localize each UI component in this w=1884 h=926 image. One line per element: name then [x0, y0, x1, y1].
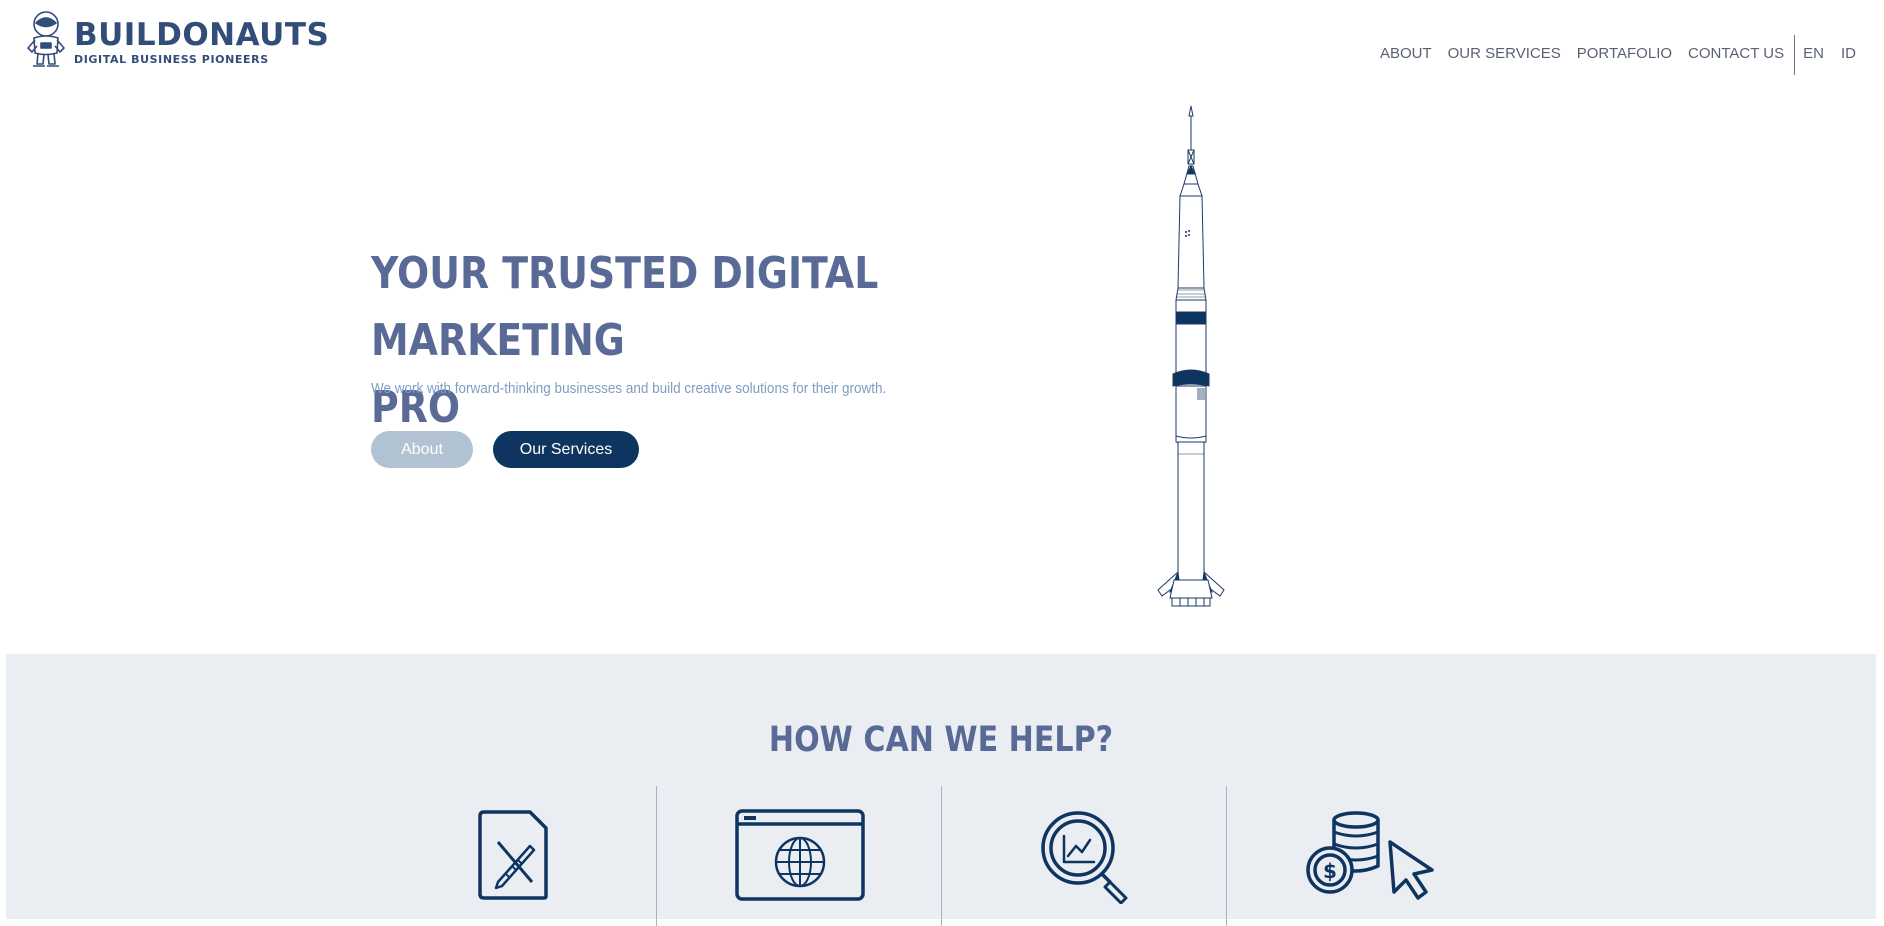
brand-name: BUILDONAUTS [74, 17, 330, 53]
brand-logo[interactable]: BUILDONAUTS DIGITAL BUSINESS PIONEERS [24, 8, 329, 72]
language-id[interactable]: ID [1841, 45, 1856, 62]
hero-subtitle: We work with forward-thinking businesses… [371, 380, 887, 397]
nav-item-our-services[interactable]: OUR SERVICES [1448, 45, 1561, 62]
about-button[interactable]: About [371, 431, 473, 468]
site-header: BUILDONAUTS DIGITAL BUSINESS PIONEERS AB… [0, 0, 1884, 90]
help-section: HOW CAN WE HELP? $ [6, 654, 1876, 926]
nav-item-contact-us[interactable]: CONTACT US [1688, 45, 1784, 62]
analytics-search-icon[interactable] [1038, 808, 1134, 904]
language-en[interactable]: EN [1803, 45, 1824, 62]
nav-divider [1794, 35, 1796, 75]
hero-title-line-1: YOUR TRUSTED DIGITAL MARKETING [371, 248, 879, 366]
design-document-icon[interactable] [476, 808, 552, 902]
cost-per-click-icon[interactable]: $ [1306, 808, 1436, 904]
nav-item-about[interactable]: ABOUT [1380, 45, 1432, 62]
help-divider [941, 786, 942, 926]
svg-text:$: $ [1323, 859, 1337, 883]
nav-item-portafolio[interactable]: PORTAFOLIO [1577, 45, 1672, 62]
rocket-illustration [1157, 105, 1225, 607]
main-nav: ABOUT OUR SERVICES PORTAFOLIO CONTACT US… [1364, 33, 1856, 75]
help-divider [656, 786, 657, 926]
our-services-button[interactable]: Our Services [493, 431, 639, 468]
brand-tagline: DIGITAL BUSINESS PIONEERS [74, 53, 269, 66]
help-divider [1226, 786, 1227, 926]
hero-title: YOUR TRUSTED DIGITAL MARKETING PRO [371, 240, 973, 441]
help-title: HOW CAN WE HELP? [768, 720, 1114, 760]
astronaut-mascot-icon [27, 11, 65, 67]
web-browser-globe-icon[interactable] [734, 808, 866, 902]
